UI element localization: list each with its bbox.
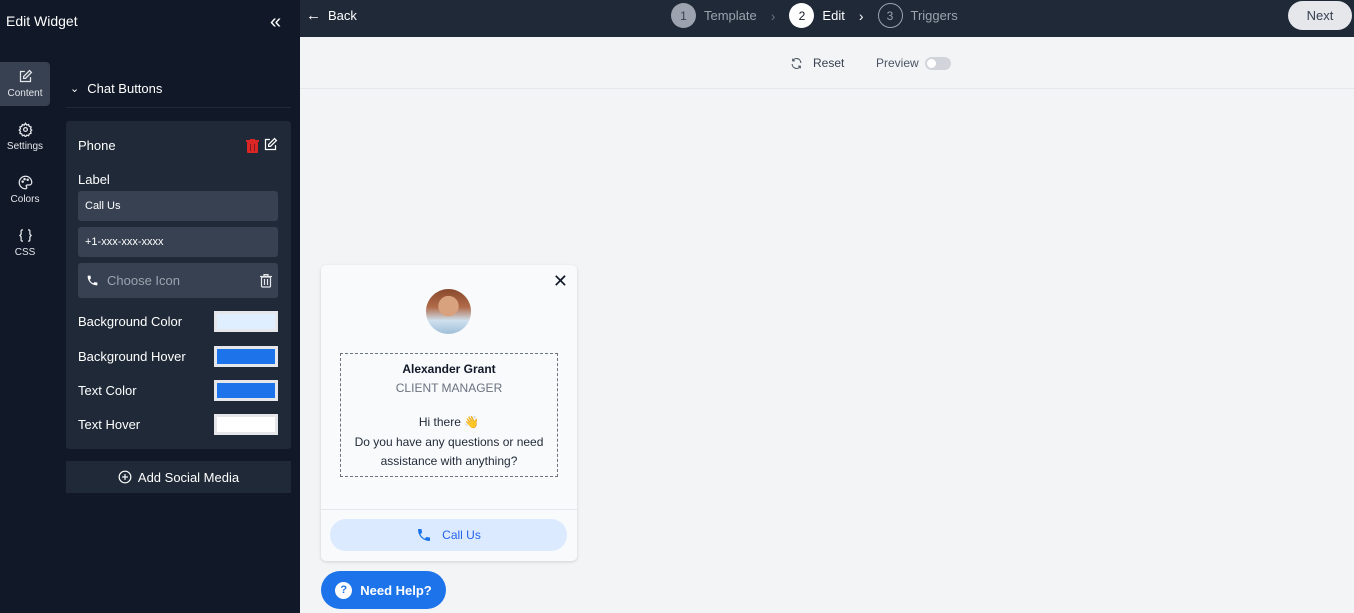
chevron-right-icon: › (770, 7, 776, 24)
stepper: 1 Template › 2 Edit › 3 Triggers (671, 3, 958, 28)
chat-buttons-section-toggle[interactable]: ⌄ Chat Buttons (66, 70, 291, 108)
need-help-button[interactable]: ? Need Help? (321, 571, 446, 609)
call-us-button[interactable]: Call Us (330, 519, 567, 551)
nav-item-content[interactable]: Content (0, 62, 50, 106)
color-row-text-hover: Text Hover (78, 414, 278, 435)
step-number: 3 (877, 3, 903, 28)
text-hover-swatch[interactable] (214, 414, 278, 435)
nav-item-css[interactable]: CSS (0, 221, 50, 265)
choose-icon-field[interactable]: Choose Icon (78, 263, 278, 298)
preview-control: Preview (876, 56, 951, 70)
agent-role: CLIENT MANAGER (395, 381, 503, 395)
label-heading: Label (78, 172, 110, 187)
message-box[interactable]: Alexander Grant CLIENT MANAGER Hi there … (340, 353, 558, 477)
background-color-swatch[interactable] (214, 311, 278, 332)
nav-label: Colors (10, 194, 40, 205)
chevron-right-icon: › (858, 7, 864, 24)
label-input[interactable]: Call Us (78, 191, 278, 221)
sidebar-title: Edit Widget (6, 13, 78, 29)
gear-icon (17, 122, 33, 137)
step-label: Triggers (910, 8, 958, 23)
avatar (426, 289, 471, 334)
call-us-label: Call Us (442, 528, 481, 542)
chat-widget-preview: ✕ Alexander Grant CLIENT MANAGER Hi ther… (321, 265, 577, 561)
phone-icon (418, 529, 431, 541)
plus-circle-icon (118, 470, 132, 484)
background-hover-swatch[interactable] (214, 346, 278, 367)
step-number: 1 (671, 3, 696, 28)
reset-button[interactable]: Reset (790, 56, 844, 70)
step-triggers[interactable]: 3 Triggers (877, 3, 958, 28)
phone-button-card: Phone Label Call Us +1-xxx-xxx-xxxx Choo… (66, 121, 291, 449)
nav-label: Settings (6, 141, 44, 152)
greeting-message: Hi there 👋 Do you have any questions or … (341, 413, 557, 472)
choose-icon-placeholder: Choose Icon (107, 273, 180, 288)
braces-icon (18, 229, 32, 242)
greeting-line-1: Hi there 👋 (418, 415, 480, 429)
color-label: Background Color (78, 314, 183, 329)
color-label: Text Hover (78, 417, 141, 432)
nav-item-colors[interactable]: Colors (0, 168, 50, 212)
greeting-line-2: Do you have any questions or need assist… (354, 434, 544, 469)
question-icon: ? (335, 581, 353, 599)
preview-label: Preview (876, 56, 919, 70)
section-title: Chat Buttons (87, 81, 163, 96)
color-row-background-hover: Background Hover (78, 346, 278, 367)
reset-label: Reset (813, 56, 845, 70)
edit-icon[interactable] (263, 137, 278, 152)
phone-number-input[interactable]: +1-xxx-xxx-xxxx (78, 227, 278, 257)
back-label: Back (328, 8, 357, 23)
add-social-label: Add Social Media (137, 469, 240, 485)
palette-icon (18, 175, 32, 190)
need-help-label: Need Help? (360, 582, 432, 598)
sidebar-nav: Content Settings Colors CSS (0, 62, 50, 274)
close-icon[interactable]: ✕ (553, 271, 568, 292)
double-chevron-left-icon[interactable]: « (270, 12, 281, 32)
top-bar: ← Back 1 Template › 2 Edit › 3 Triggers … (300, 0, 1354, 37)
nav-label: Content (7, 88, 43, 99)
sidebar: Edit Widget « Content Settings Colors CS… (0, 0, 300, 613)
nav-label: CSS (14, 247, 36, 258)
phone-icon (87, 275, 98, 286)
step-number: 2 (789, 3, 815, 28)
next-button[interactable]: Next (1288, 1, 1352, 30)
color-row-background: Background Color (78, 311, 278, 332)
card-title: Phone (78, 138, 116, 153)
add-social-media-button[interactable]: Add Social Media (66, 461, 291, 493)
chevron-down-icon: ⌄ (70, 83, 80, 95)
refresh-icon (791, 57, 802, 69)
step-label: Edit (822, 8, 845, 23)
arrow-left-icon: ← (306, 7, 321, 24)
color-label: Background Hover (78, 349, 186, 364)
divider (321, 509, 577, 510)
preview-toggle[interactable] (924, 56, 951, 70)
edit-icon (19, 69, 32, 83)
agent-name: Alexander Grant (402, 362, 496, 376)
color-label: Text Color (78, 383, 137, 398)
nav-item-settings[interactable]: Settings (0, 115, 50, 159)
preview-toolbar: Reset Preview (300, 37, 1354, 89)
text-color-swatch[interactable] (214, 380, 278, 401)
trash-icon[interactable] (260, 274, 272, 288)
step-template[interactable]: 1 Template (671, 3, 757, 28)
color-row-text: Text Color (78, 380, 278, 401)
back-button[interactable]: ← Back (306, 7, 357, 24)
step-label: Template (704, 8, 757, 23)
trash-icon[interactable] (246, 139, 259, 153)
step-edit[interactable]: 2 Edit (789, 3, 845, 28)
